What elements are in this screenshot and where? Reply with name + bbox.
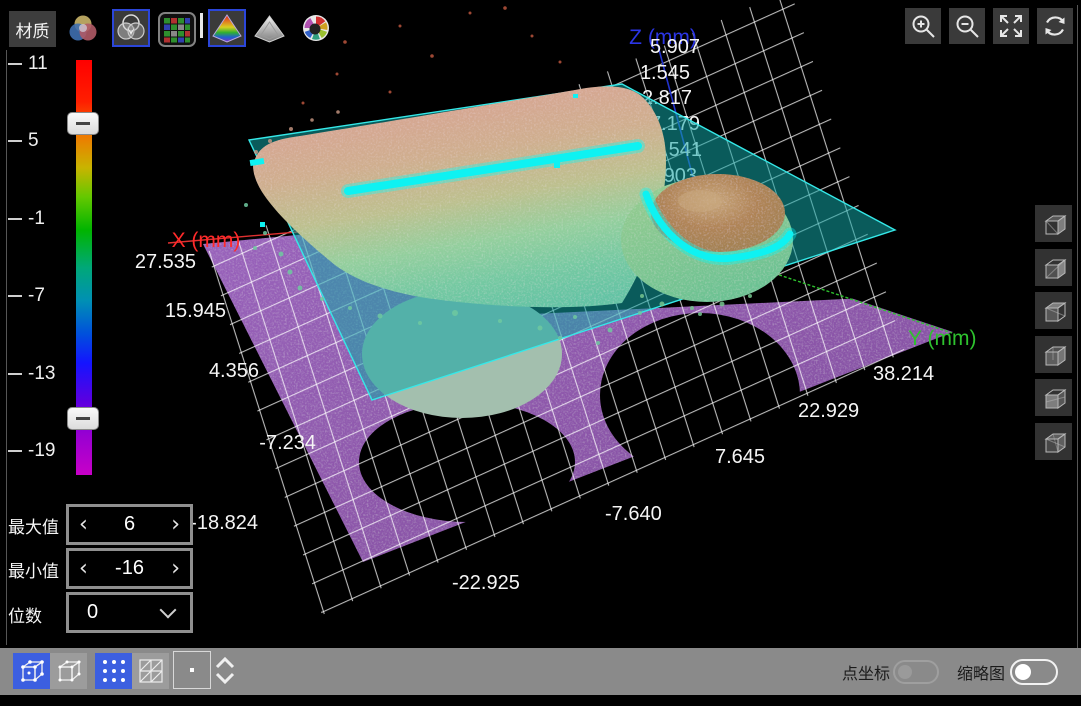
colorbar-tick: 5 xyxy=(8,130,39,152)
chevron-down-icon[interactable] xyxy=(215,672,235,685)
colorbar-tick: -19 xyxy=(8,440,55,462)
max-value-stepper[interactable]: ‹ 6 › xyxy=(66,504,193,545)
point-coord-label: 点坐标 xyxy=(842,648,890,695)
bayer-grid-icon[interactable] xyxy=(158,12,196,47)
min-increment-icon[interactable]: › xyxy=(161,558,190,580)
digits-value: 0 xyxy=(69,601,162,624)
rainbow-surface-icon[interactable] xyxy=(208,9,246,47)
point-coord-toggle[interactable] xyxy=(893,660,939,684)
gray-surface-icon[interactable] xyxy=(252,12,287,49)
svg-text:7.645: 7.645 xyxy=(715,446,765,468)
max-value: 6 xyxy=(98,513,161,536)
min-decrement-icon[interactable]: ‹ xyxy=(69,558,98,580)
max-increment-icon[interactable]: › xyxy=(161,514,190,536)
toolbar-divider xyxy=(200,13,203,38)
view-cube-4[interactable] xyxy=(1035,336,1072,373)
thumbnail-toggle[interactable] xyxy=(1010,659,1058,685)
zoom-in-button[interactable] xyxy=(905,8,941,44)
y-axis-label: Y (mm) xyxy=(908,327,976,350)
rgb-venn-icon[interactable] xyxy=(66,12,100,51)
svg-text:-18.824: -18.824 xyxy=(190,512,258,534)
svg-text:15.945: 15.945 xyxy=(165,300,226,322)
digits-label: 位数 xyxy=(8,602,42,627)
colorbar-tick: -13 xyxy=(8,363,55,385)
color-scale-upper-handle[interactable] xyxy=(67,112,99,135)
view-cube-3[interactable] xyxy=(1035,292,1072,329)
svg-text:22.929: 22.929 xyxy=(798,400,859,422)
view-cube-6[interactable] xyxy=(1035,423,1072,460)
zoom-out-button[interactable] xyxy=(949,8,985,44)
colorbar-tick: -7 xyxy=(8,285,45,307)
material-button-label: 材质 xyxy=(16,17,50,42)
mesh-grid-icon[interactable] xyxy=(132,653,169,689)
cube-points-icon[interactable] xyxy=(13,653,50,689)
material-button[interactable]: 材质 xyxy=(9,11,56,47)
x-axis-label: X (mm) xyxy=(172,229,241,252)
svg-text:27.535: 27.535 xyxy=(135,251,196,273)
color-scale-lower-handle[interactable] xyxy=(67,407,99,430)
min-value-label: 最小值 xyxy=(8,557,59,582)
svg-text:4.356: 4.356 xyxy=(209,360,259,382)
left-panel-border xyxy=(6,50,7,645)
max-value-label: 最大值 xyxy=(8,513,59,538)
svg-text:-22.925: -22.925 xyxy=(452,572,520,594)
digits-dropdown[interactable]: 0 xyxy=(66,592,193,633)
point-size-box-icon[interactable] xyxy=(173,651,211,689)
min-value-stepper[interactable]: ‹ -16 › xyxy=(66,548,193,589)
scan-noise-points xyxy=(302,6,562,104)
spinner-icon[interactable] xyxy=(212,651,238,689)
svg-text:38.214: 38.214 xyxy=(873,363,934,385)
view-cube-2[interactable] xyxy=(1035,249,1072,286)
thumbnail-label: 缩略图 xyxy=(957,648,1005,695)
view-cube-5[interactable] xyxy=(1035,379,1072,416)
colorbar-tick: -1 xyxy=(8,208,45,230)
max-decrement-icon[interactable]: ‹ xyxy=(69,514,98,536)
cyan-noise-dot xyxy=(573,94,578,98)
chevron-up-icon[interactable] xyxy=(215,656,235,669)
svg-text:-7.234: -7.234 xyxy=(259,432,316,454)
dot-grid-icon[interactable] xyxy=(95,653,132,689)
color-wheel-icon[interactable] xyxy=(302,14,330,47)
view-cube-1[interactable] xyxy=(1035,205,1072,242)
gray-venn-icon[interactable] xyxy=(112,9,150,47)
cube-icon[interactable] xyxy=(50,653,87,689)
svg-text:5.907: 5.907 xyxy=(650,36,700,58)
svg-text:1.545: 1.545 xyxy=(640,62,690,84)
svg-text:-7.640: -7.640 xyxy=(605,503,662,525)
min-value: -16 xyxy=(98,557,161,580)
colorbar-tick: 11 xyxy=(8,53,48,75)
chevron-down-icon xyxy=(160,601,177,618)
fit-view-button[interactable] xyxy=(993,8,1029,44)
app-window: Z (mm) 5.907 1.545 -2.817 -7.179 -11.541… xyxy=(0,0,1081,706)
reset-view-button[interactable] xyxy=(1037,8,1073,44)
right-panel-border xyxy=(1077,5,1078,648)
